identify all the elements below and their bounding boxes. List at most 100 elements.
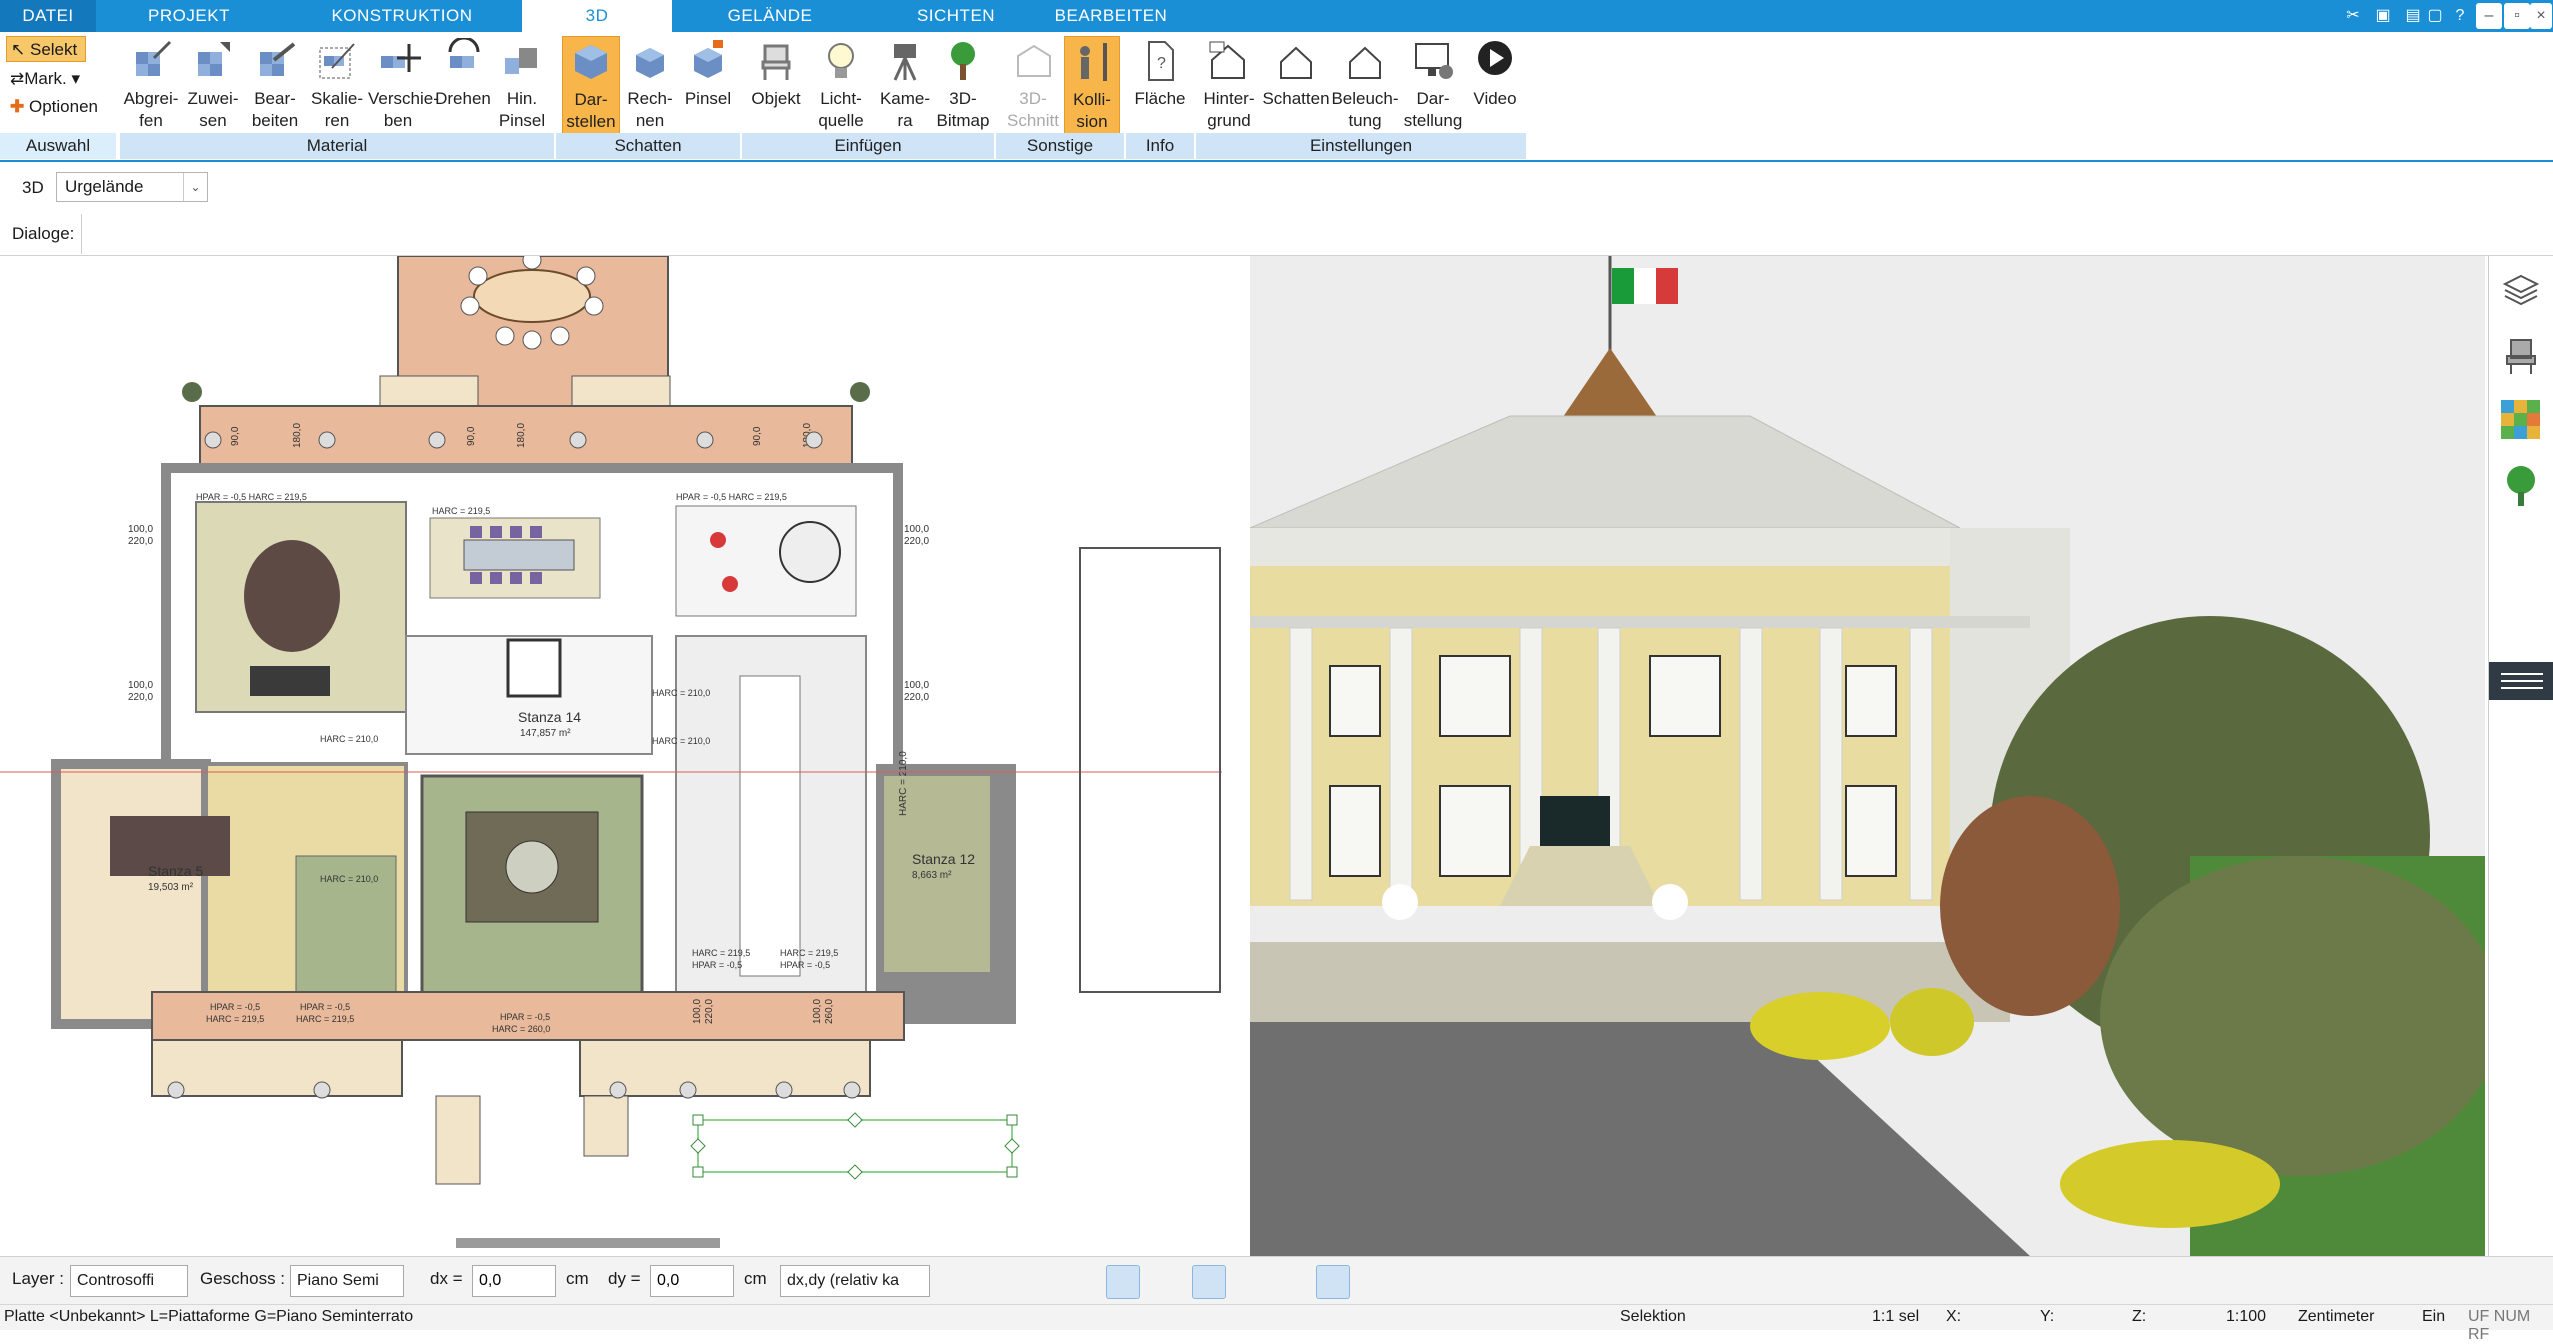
hintergrund-button[interactable]: Hinter- grund bbox=[1198, 36, 1260, 140]
status-selection: 1:1 sel bbox=[1872, 1308, 1920, 1325]
tab-konstruktion[interactable]: KONSTRUKTION bbox=[282, 0, 522, 32]
drehen-button[interactable]: Drehen bbox=[428, 36, 498, 140]
snap-icon[interactable] bbox=[1106, 1265, 1140, 1299]
pipette-icon bbox=[136, 40, 172, 76]
dim-label: HPAR = -0,5 HARC = 219,5 bbox=[676, 492, 787, 502]
select-button[interactable]: ↖ Selekt bbox=[6, 36, 86, 62]
cornice bbox=[1250, 528, 1970, 568]
kollision-button[interactable]: Kolli- sion bbox=[1064, 36, 1120, 140]
lichtquelle-button[interactable]: Licht- quelle bbox=[808, 36, 874, 140]
grid-icon[interactable] bbox=[1274, 1265, 1308, 1299]
layer-select[interactable]: Controsoffi bbox=[70, 1265, 188, 1297]
kamera-button[interactable]: Kame- ra bbox=[874, 36, 936, 140]
skalieren-button[interactable]: Skalie- ren bbox=[306, 36, 368, 140]
north-icon[interactable] bbox=[1316, 1265, 1350, 1299]
skalieren-label: Skalie- ren bbox=[311, 89, 363, 130]
room-area-stanza5: 19,503 m² bbox=[148, 882, 194, 893]
abgreifen-button[interactable]: Abgrei- fen bbox=[120, 36, 182, 140]
dx-input[interactable] bbox=[472, 1265, 556, 1297]
plant-left bbox=[182, 382, 202, 402]
group-schatten: Schatten bbox=[556, 133, 742, 159]
tab-datei[interactable]: DATEI bbox=[0, 0, 96, 32]
room-area-stanza14: 147,857 m² bbox=[520, 728, 571, 739]
beleuchtung-button[interactable]: Beleuch- tung bbox=[1330, 36, 1400, 140]
tab-sichten[interactable]: SICHTEN bbox=[868, 0, 1044, 32]
waves-icon[interactable] bbox=[1146, 1265, 1180, 1299]
abgreifen-label: Abgrei- fen bbox=[123, 89, 179, 130]
verschieben-button[interactable]: Verschie- ben bbox=[368, 36, 439, 140]
hin-pinsel-button[interactable]: Hin. Pinsel bbox=[498, 36, 546, 140]
dim-label: 100,0 bbox=[128, 524, 153, 535]
status-z: Z: bbox=[2132, 1308, 2147, 1325]
living-rug bbox=[244, 540, 340, 652]
schatten-einst-button[interactable]: Schatten bbox=[1262, 36, 1330, 140]
dx-unit: cm bbox=[566, 1269, 589, 1288]
dim-label: 260,0 bbox=[824, 999, 835, 1024]
clock-icon[interactable] bbox=[946, 1265, 980, 1299]
help-icon[interactable]: ? bbox=[2447, 3, 2473, 29]
screen-icon[interactable] bbox=[986, 1265, 1020, 1299]
zuweisen-button[interactable]: Zuwei- sen bbox=[182, 36, 244, 140]
tab-projekt[interactable]: PROJEKT bbox=[96, 0, 282, 32]
flaeche-button[interactable]: ? Fläche bbox=[1130, 36, 1190, 140]
video-button[interactable]: Video bbox=[1466, 36, 1524, 140]
room-area-stanza12: 8,663 m² bbox=[912, 870, 952, 881]
layer-label: Layer : bbox=[12, 1269, 64, 1288]
hin-pinsel-label: Hin. Pinsel bbox=[498, 89, 546, 130]
tools-icon[interactable]: ✂ bbox=[2340, 3, 2366, 29]
dy-input[interactable] bbox=[650, 1265, 734, 1297]
darstellen-button[interactable]: Dar- stellen bbox=[562, 36, 620, 140]
3d-bitmap-button[interactable]: 3D- Bitmap bbox=[936, 36, 990, 140]
3d-render[interactable] bbox=[1249, 256, 2500, 1256]
layers-icon[interactable] bbox=[2501, 270, 2541, 310]
pinsel-button[interactable]: Pinsel bbox=[680, 36, 736, 140]
3d-view[interactable] bbox=[1249, 256, 2500, 1256]
plane-icon[interactable] bbox=[1192, 1265, 1226, 1299]
selection-handles[interactable] bbox=[690, 1112, 1020, 1180]
tab-3d[interactable]: 3D bbox=[522, 0, 672, 32]
status-ein: Ein bbox=[2422, 1308, 2446, 1325]
dim-label: HPAR = -0,5 bbox=[692, 960, 742, 970]
yellow-sports-car bbox=[1750, 992, 1890, 1060]
cube-brush-icon bbox=[694, 40, 723, 78]
dim-label: 220,0 bbox=[904, 536, 929, 547]
floor-select[interactable]: Piano Semi bbox=[290, 1265, 404, 1297]
box-icon[interactable] bbox=[1066, 1265, 1100, 1299]
terrain-select[interactable]: Urgelände ⌄ bbox=[56, 172, 208, 202]
dy-label: dy = bbox=[608, 1269, 641, 1288]
objekt-button[interactable]: Objekt bbox=[746, 36, 806, 140]
step-right bbox=[583, 1095, 629, 1157]
floor-plan-view[interactable]: Stanza 14 147,857 m² Stanza 12 8,663 m² … bbox=[0, 250, 1236, 1256]
options-button[interactable]: ✚ Optionen bbox=[6, 94, 116, 120]
coordinate-mode-select[interactable]: dx,dy (relativ ka bbox=[780, 1265, 930, 1297]
panel-toggle-button[interactable] bbox=[2489, 662, 2553, 700]
chevron-down-icon[interactable]: ⌄ bbox=[183, 173, 207, 201]
mark-button[interactable]: ⇄Mark. ▾ bbox=[6, 66, 102, 92]
tab-bearbeiten[interactable]: BEARBEITEN bbox=[1044, 0, 1178, 32]
more-icon[interactable] bbox=[1364, 1265, 1398, 1299]
dim-label: 100,0 bbox=[812, 999, 823, 1024]
darstellung-button[interactable]: Dar- stellung bbox=[1400, 36, 1466, 140]
bearbeiten-label: Bear- beiten bbox=[251, 89, 299, 130]
close-button[interactable]: × bbox=[2530, 3, 2552, 29]
rechnen-button[interactable]: Rech- nen bbox=[622, 36, 678, 140]
restore-button[interactable]: ▫ bbox=[2504, 3, 2530, 29]
materials-palette-icon[interactable] bbox=[2499, 398, 2543, 442]
armchair-icon[interactable] bbox=[2503, 336, 2539, 376]
ribbon: ↖ Selekt ⇄Mark. ▾ ✚ Optionen Auswahl Abg… bbox=[0, 32, 2553, 162]
bearbeiten-button[interactable]: Bear- beiten bbox=[244, 36, 306, 140]
3d-schnitt-button[interactable]: 3D- Schnitt bbox=[1004, 36, 1062, 140]
clipboard-icon[interactable]: ▣ bbox=[2370, 3, 2396, 29]
selected-slab[interactable] bbox=[697, 1119, 1013, 1173]
brush-icon bbox=[505, 48, 537, 74]
window-icon[interactable]: ▢ bbox=[2422, 3, 2448, 29]
tab-gelaende[interactable]: GELÄNDE bbox=[672, 0, 868, 32]
floor-plan-canvas[interactable]: Stanza 14 147,857 m² Stanza 12 8,663 m² … bbox=[0, 250, 1236, 1256]
cube-shade-icon bbox=[575, 45, 607, 79]
horizontal-scrollbar[interactable] bbox=[456, 1238, 720, 1248]
layers-toggle-icon[interactable] bbox=[1232, 1265, 1266, 1299]
dim-label: 180,0 bbox=[516, 423, 527, 448]
render-icon[interactable] bbox=[1026, 1265, 1060, 1299]
minimize-button[interactable]: – bbox=[2476, 3, 2502, 29]
tree-catalog-icon[interactable] bbox=[2501, 464, 2541, 508]
